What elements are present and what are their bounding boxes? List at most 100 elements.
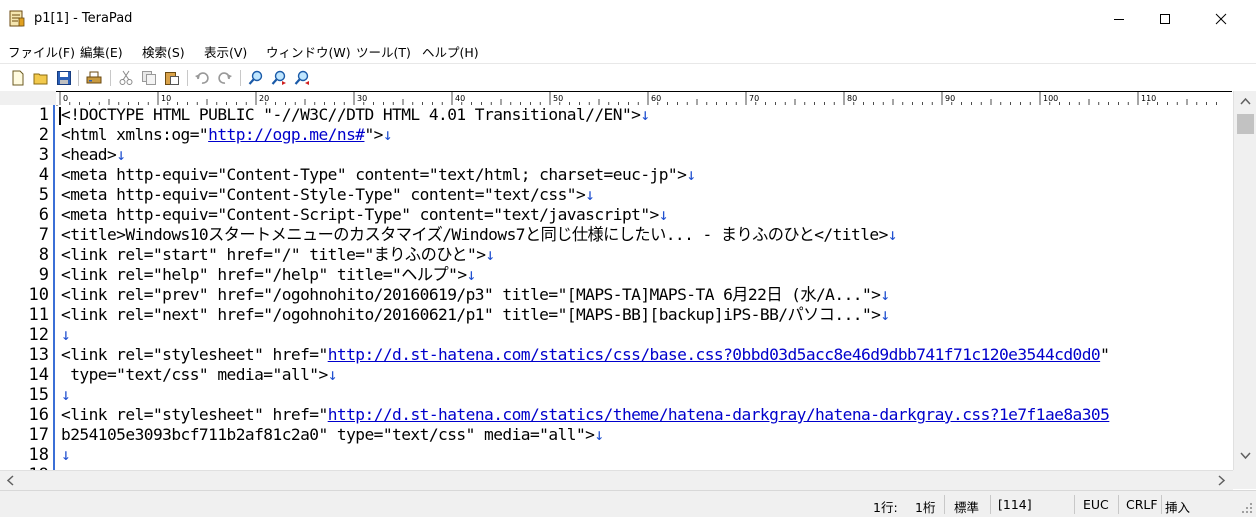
text-editor[interactable]: <!DOCTYPE HTML PUBLIC "-//W3C//DTD HTML …: [58, 105, 1232, 470]
text-line[interactable]: <html xmlns:og="http://ogp.me/ns#">↓: [61, 125, 393, 145]
text-line[interactable]: ↓: [61, 445, 71, 465]
toolbar-separator: [240, 70, 241, 86]
text-line[interactable]: <link rel="prev" href="/ogohnohito/20160…: [61, 285, 890, 305]
text-line[interactable]: ↓: [61, 325, 71, 345]
paste-icon[interactable]: [162, 68, 182, 88]
find-prev-icon[interactable]: [292, 68, 312, 88]
ruler-corner: [0, 91, 56, 105]
text-segment: <link rel="stylesheet" href=": [61, 405, 328, 424]
find-next-icon[interactable]: [269, 68, 289, 88]
status-separator: [1074, 495, 1075, 514]
save-icon[interactable]: [54, 68, 74, 88]
newline-mark-icon: ↓: [327, 365, 338, 384]
close-button[interactable]: [1198, 0, 1244, 38]
menu-window[interactable]: ウィンドウ(W): [266, 42, 351, 61]
maximize-icon: [1160, 14, 1170, 24]
text-line[interactable]: ↓: [61, 385, 71, 405]
text-line[interactable]: <link rel="start" href="/" title="まりふのひと…: [61, 245, 495, 265]
menu-view[interactable]: 表示(V): [204, 42, 247, 61]
line-number: 7: [38, 225, 49, 245]
url-link[interactable]: http://d.st-hatena.com/statics/theme/hat…: [328, 405, 1110, 424]
line-number: 13: [28, 345, 49, 365]
ruler-label: 10: [161, 94, 171, 103]
find-icon[interactable]: [246, 68, 266, 88]
line-number: 18: [28, 445, 49, 465]
text-segment: <link rel="next" href="/ogohnohito/20160…: [61, 305, 881, 324]
copy-icon[interactable]: [139, 68, 159, 88]
line-number: 16: [28, 405, 49, 425]
text-line[interactable]: <head>↓: [61, 145, 126, 165]
text-segment: ": [1100, 345, 1110, 364]
text-segment: <link rel="prev" href="/ogohnohito/20160…: [61, 285, 881, 304]
text-line[interactable]: <link rel="stylesheet" href="http://d.st…: [61, 405, 1110, 425]
text-segment: <!DOCTYPE HTML PUBLIC "-//W3C//DTD HTML …: [61, 105, 641, 124]
text-line[interactable]: <link rel="stylesheet" href="http://d.st…: [61, 345, 1110, 365]
status-separator: [990, 495, 991, 514]
newline-mark-icon: ↓: [640, 105, 650, 124]
text-line[interactable]: <meta http-equiv="Content-Type" content=…: [61, 165, 696, 185]
ruler-label: 110: [1141, 94, 1156, 103]
text-line[interactable]: <title>Windows10スタートメニューのカスタマイズ/Windows7…: [61, 225, 898, 245]
newline-mark-icon: ↓: [686, 165, 696, 184]
vertical-scroll-thumb[interactable]: [1237, 114, 1254, 134]
menu-search[interactable]: 検索(S): [142, 42, 185, 61]
open-icon[interactable]: [31, 68, 51, 88]
ruler-label: 70: [749, 94, 759, 103]
scroll-left-icon[interactable]: [2, 471, 20, 490]
text-segment: <title>Windows10スタートメニューのカスタマイズ/Windows7…: [61, 225, 888, 244]
ruler-ticks: 0 10 20 30 40 50 60 70 80 90 100 110: [59, 92, 1217, 105]
maximize-button[interactable]: [1142, 0, 1188, 38]
resize-grip-icon[interactable]: [1238, 499, 1254, 515]
status-newline[interactable]: CRLF: [1126, 497, 1158, 512]
minimize-icon: [1114, 19, 1124, 20]
menu-file[interactable]: ファイル(F): [8, 42, 75, 61]
line-number: 5: [38, 185, 49, 205]
menu-bar: ファイル(F) 編集(E) 検索(S) 表示(V) ウィンドウ(W) ツール(T…: [0, 38, 1256, 62]
minimize-button[interactable]: [1096, 0, 1142, 38]
line-number: 11: [28, 305, 49, 325]
status-line: 1行:: [873, 500, 898, 515]
redo-icon[interactable]: [215, 68, 235, 88]
menu-help[interactable]: ヘルプ(H): [422, 42, 479, 61]
newline-mark-icon: ↓: [880, 285, 890, 304]
status-bar: 1行: 1桁 標準 [114] EUC CRLF 挿入: [0, 490, 1256, 517]
scroll-down-icon[interactable]: [1234, 447, 1256, 465]
text-line[interactable]: type="text/css" media="all">↓: [61, 365, 337, 385]
text-line[interactable]: <link rel="help" href="/help" title="ヘルプ…: [61, 265, 476, 285]
undo-icon[interactable]: [192, 68, 212, 88]
new-icon[interactable]: [8, 68, 28, 88]
cut-icon[interactable]: [116, 68, 136, 88]
status-insert-mode[interactable]: 挿入: [1165, 497, 1190, 516]
url-link[interactable]: http://ogp.me/ns#: [208, 125, 365, 144]
status-encoding[interactable]: EUC: [1083, 497, 1109, 512]
horizontal-scrollbar[interactable]: [0, 470, 1233, 490]
ruler-label: 90: [945, 94, 955, 103]
text-segment: <meta http-equiv="Content-Style-Type" co…: [61, 185, 586, 204]
line-number: 15: [28, 385, 49, 405]
toolbar-separator: [110, 70, 111, 86]
text-line[interactable]: <link rel="next" href="/ogohnohito/20160…: [61, 305, 890, 325]
text-line[interactable]: <!DOCTYPE HTML PUBLIC "-//W3C//DTD HTML …: [61, 105, 650, 125]
text-segment: <html xmlns:og=": [61, 125, 209, 144]
text-caret: [59, 107, 61, 125]
text-segment: b254105e3093bcf711b2af81c2a0" type="text…: [61, 425, 595, 444]
status-separator: [1118, 495, 1119, 514]
menu-tools[interactable]: ツール(T): [356, 42, 411, 61]
text-line[interactable]: b254105e3093bcf711b2af81c2a0" type="text…: [61, 425, 604, 445]
line-number: 10: [28, 285, 49, 305]
newline-mark-icon: ↓: [485, 245, 495, 264]
text-line[interactable]: <meta http-equiv="Content-Script-Type" c…: [61, 205, 668, 225]
vertical-scrollbar[interactable]: [1233, 91, 1256, 470]
scroll-right-icon[interactable]: [1212, 471, 1230, 490]
print-icon[interactable]: [84, 68, 104, 88]
url-link[interactable]: http://d.st-hatena.com/statics/css/base.…: [328, 345, 1101, 364]
newline-mark-icon: ↓: [382, 125, 393, 144]
menu-edit[interactable]: 編集(E): [80, 42, 123, 61]
text-line[interactable]: <meta http-equiv="Content-Style-Type" co…: [61, 185, 595, 205]
newline-mark-icon: ↓: [61, 385, 71, 404]
terapad-app-icon[interactable]: [9, 10, 25, 27]
scroll-up-icon[interactable]: [1234, 93, 1256, 111]
ruler-label: 100: [1043, 94, 1058, 103]
text-segment: <link rel="stylesheet" href=": [61, 345, 328, 364]
newline-mark-icon: ↓: [585, 185, 595, 204]
